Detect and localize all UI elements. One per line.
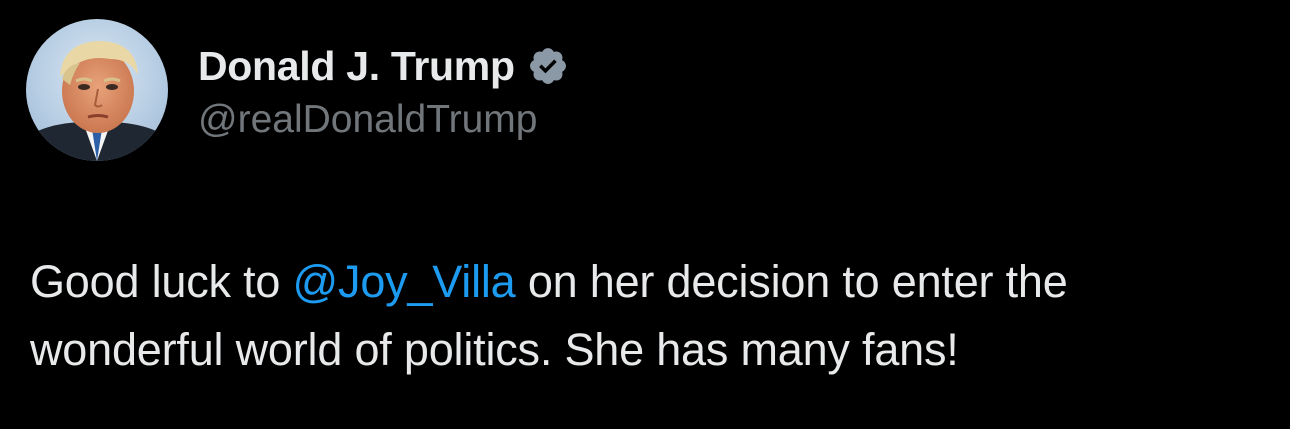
author-names: Donald J. Trump @realDonaldTrump [198,38,569,142]
tweet-text-before-mention: Good luck to [30,256,293,307]
avatar-image [26,19,168,161]
display-name[interactable]: Donald J. Trump [198,43,515,90]
tweet-header: Donald J. Trump @realDonaldTrump [26,19,569,161]
author-handle[interactable]: @realDonaldTrump [198,98,569,142]
display-name-row: Donald J. Trump [198,38,569,94]
avatar[interactable] [26,19,168,161]
verified-badge-icon[interactable] [527,45,569,87]
tweet-text: Good luck to @Joy_Villa on her decision … [30,248,1270,384]
mention-link[interactable]: @Joy_Villa [293,256,516,307]
tweet-card: Donald J. Trump @realDonaldTrump Good lu… [0,0,1290,429]
